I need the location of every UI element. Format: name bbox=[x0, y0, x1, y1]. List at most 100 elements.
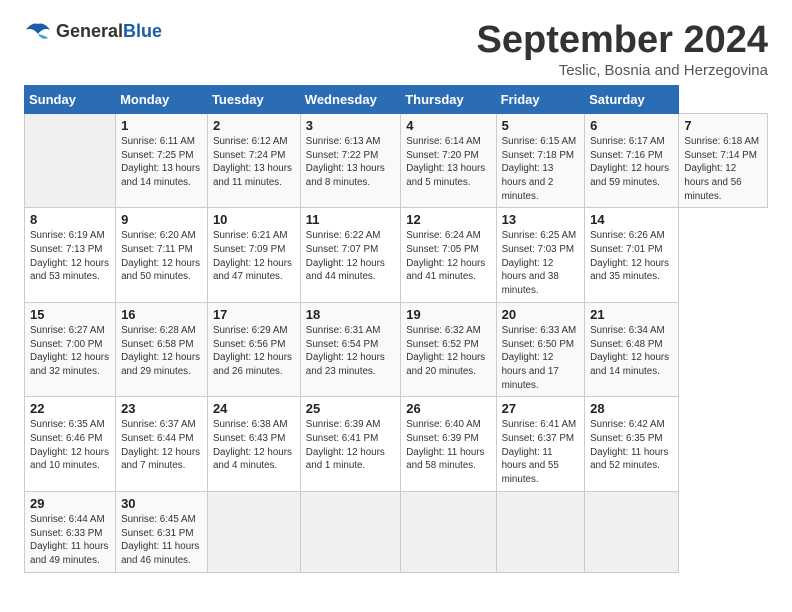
logo-blue: Blue bbox=[123, 21, 162, 41]
calendar-cell bbox=[207, 491, 300, 572]
day-info: Sunrise: 6:24 AMSunset: 7:05 PMDaylight:… bbox=[406, 230, 485, 282]
calendar-cell: 19 Sunrise: 6:32 AMSunset: 6:52 PMDayligh… bbox=[401, 302, 496, 397]
day-number: 15 bbox=[30, 307, 110, 322]
calendar-cell: 11 Sunrise: 6:22 AMSunset: 7:07 PMDayligh… bbox=[300, 208, 400, 303]
day-info: Sunrise: 6:34 AMSunset: 6:48 PMDaylight:… bbox=[590, 325, 669, 377]
logo-text: GeneralBlue bbox=[56, 21, 162, 42]
day-info: Sunrise: 6:35 AMSunset: 6:46 PMDaylight:… bbox=[30, 419, 109, 471]
calendar-cell: 28Sunrise: 6:42 AMSunset: 6:35 PMDayligh… bbox=[585, 397, 679, 492]
day-number: 10 bbox=[213, 212, 295, 227]
day-number: 20 bbox=[502, 307, 580, 322]
day-number: 27 bbox=[502, 401, 580, 416]
calendar-header: Sunday Monday Tuesday Wednesday Thursday… bbox=[25, 85, 768, 113]
day-info: Sunrise: 6:19 AMSunset: 7:13 PMDaylight:… bbox=[30, 230, 109, 282]
calendar-cell: 1 Sunrise: 6:11 AMSunset: 7:25 PMDaylight… bbox=[116, 113, 208, 208]
calendar-cell bbox=[585, 491, 679, 572]
calendar-cell: 15 Sunrise: 6:27 AMSunset: 7:00 PMDayligh… bbox=[25, 302, 116, 397]
calendar-cell: 6Sunrise: 6:17 AMSunset: 7:16 PMDaylight… bbox=[585, 113, 679, 208]
header-friday: Friday bbox=[496, 85, 585, 113]
calendar-cell: 29Sunrise: 6:44 AMSunset: 6:33 PMDayligh… bbox=[25, 491, 116, 572]
day-info: Sunrise: 6:21 AMSunset: 7:09 PMDaylight:… bbox=[213, 230, 292, 282]
calendar-cell: 5 Sunrise: 6:15 AMSunset: 7:18 PMDaylight… bbox=[496, 113, 585, 208]
day-info: Sunrise: 6:39 AMSunset: 6:41 PMDaylight:… bbox=[306, 419, 385, 471]
day-info: Sunrise: 6:15 AMSunset: 7:18 PMDaylight:… bbox=[502, 136, 577, 202]
day-number: 24 bbox=[213, 401, 295, 416]
calendar-week-0: 1 Sunrise: 6:11 AMSunset: 7:25 PMDaylight… bbox=[25, 113, 768, 208]
day-number: 19 bbox=[406, 307, 490, 322]
day-info: Sunrise: 6:22 AMSunset: 7:07 PMDaylight:… bbox=[306, 230, 385, 282]
calendar-cell: 25Sunrise: 6:39 AMSunset: 6:41 PMDayligh… bbox=[300, 397, 400, 492]
calendar-subtitle: Teslic, Bosnia and Herzegovina bbox=[477, 62, 769, 79]
day-number: 2 bbox=[213, 118, 295, 133]
calendar-cell: 4 Sunrise: 6:14 AMSunset: 7:20 PMDaylight… bbox=[401, 113, 496, 208]
calendar-cell: 12 Sunrise: 6:24 AMSunset: 7:05 PMDayligh… bbox=[401, 208, 496, 303]
calendar-cell: 26Sunrise: 6:40 AMSunset: 6:39 PMDayligh… bbox=[401, 397, 496, 492]
header-row: Sunday Monday Tuesday Wednesday Thursday… bbox=[25, 85, 768, 113]
calendar-week-4: 29Sunrise: 6:44 AMSunset: 6:33 PMDayligh… bbox=[25, 491, 768, 572]
calendar-cell bbox=[300, 491, 400, 572]
day-info: Sunrise: 6:32 AMSunset: 6:52 PMDaylight:… bbox=[406, 325, 485, 377]
day-number: 1 bbox=[121, 118, 202, 133]
day-info: Sunrise: 6:12 AMSunset: 7:24 PMDaylight:… bbox=[213, 136, 292, 188]
calendar-cell: 10 Sunrise: 6:21 AMSunset: 7:09 PMDayligh… bbox=[207, 208, 300, 303]
calendar-cell: 13 Sunrise: 6:25 AMSunset: 7:03 PMDayligh… bbox=[496, 208, 585, 303]
calendar-cell: 3Sunrise: 6:13 AMSunset: 7:22 PMDaylight… bbox=[300, 113, 400, 208]
header-wednesday: Wednesday bbox=[300, 85, 400, 113]
title-area: September 2024 Teslic, Bosnia and Herzeg… bbox=[477, 20, 769, 79]
day-number: 4 bbox=[406, 118, 490, 133]
day-number: 9 bbox=[121, 212, 202, 227]
day-info: Sunrise: 6:42 AMSunset: 6:35 PMDaylight:… bbox=[590, 419, 668, 471]
day-info: Sunrise: 6:38 AMSunset: 6:43 PMDaylight:… bbox=[213, 419, 292, 471]
day-info: Sunrise: 6:33 AMSunset: 6:50 PMDaylight:… bbox=[502, 325, 577, 391]
logo-general: General bbox=[56, 21, 123, 41]
day-number: 17 bbox=[213, 307, 295, 322]
day-info: Sunrise: 6:37 AMSunset: 6:44 PMDaylight:… bbox=[121, 419, 200, 471]
calendar-cell: 22 Sunrise: 6:35 AMSunset: 6:46 PMDayligh… bbox=[25, 397, 116, 492]
day-info: Sunrise: 6:41 AMSunset: 6:37 PMDaylight:… bbox=[502, 419, 577, 485]
calendar-cell: 16 Sunrise: 6:28 AMSunset: 6:58 PMDayligh… bbox=[116, 302, 208, 397]
calendar-cell bbox=[496, 491, 585, 572]
header-thursday: Thursday bbox=[401, 85, 496, 113]
day-number: 22 bbox=[30, 401, 110, 416]
calendar-week-3: 22 Sunrise: 6:35 AMSunset: 6:46 PMDayligh… bbox=[25, 397, 768, 492]
day-info: Sunrise: 6:14 AMSunset: 7:20 PMDaylight:… bbox=[406, 136, 485, 188]
day-number: 14 bbox=[590, 212, 673, 227]
day-info: Sunrise: 6:25 AMSunset: 7:03 PMDaylight:… bbox=[502, 230, 577, 296]
calendar-table: Sunday Monday Tuesday Wednesday Thursday… bbox=[24, 85, 768, 573]
header-tuesday: Tuesday bbox=[207, 85, 300, 113]
calendar-cell: 27 Sunrise: 6:41 AMSunset: 6:37 PMDayligh… bbox=[496, 397, 585, 492]
calendar-cell: 17Sunrise: 6:29 AMSunset: 6:56 PMDayligh… bbox=[207, 302, 300, 397]
calendar-body: 1 Sunrise: 6:11 AMSunset: 7:25 PMDaylight… bbox=[25, 113, 768, 572]
day-info: Sunrise: 6:28 AMSunset: 6:58 PMDaylight:… bbox=[121, 325, 200, 377]
day-number: 11 bbox=[306, 212, 395, 227]
calendar-cell: 30Sunrise: 6:45 AMSunset: 6:31 PMDayligh… bbox=[116, 491, 208, 572]
day-info: Sunrise: 6:13 AMSunset: 7:22 PMDaylight:… bbox=[306, 136, 385, 188]
day-info: Sunrise: 6:20 AMSunset: 7:11 PMDaylight:… bbox=[121, 230, 200, 282]
calendar-cell: 23Sunrise: 6:37 AMSunset: 6:44 PMDayligh… bbox=[116, 397, 208, 492]
day-number: 21 bbox=[590, 307, 673, 322]
calendar-cell: 9 Sunrise: 6:20 AMSunset: 7:11 PMDaylight… bbox=[116, 208, 208, 303]
day-number: 7 bbox=[684, 118, 762, 133]
calendar-week-2: 15 Sunrise: 6:27 AMSunset: 7:00 PMDayligh… bbox=[25, 302, 768, 397]
day-number: 18 bbox=[306, 307, 395, 322]
day-info: Sunrise: 6:18 AMSunset: 7:14 PMDaylight:… bbox=[684, 136, 759, 202]
day-info: Sunrise: 6:27 AMSunset: 7:00 PMDaylight:… bbox=[30, 325, 109, 377]
day-number: 12 bbox=[406, 212, 490, 227]
logo-bird-icon bbox=[24, 20, 52, 42]
day-number: 5 bbox=[502, 118, 580, 133]
day-number: 16 bbox=[121, 307, 202, 322]
calendar-week-1: 8Sunrise: 6:19 AMSunset: 7:13 PMDaylight… bbox=[25, 208, 768, 303]
day-number: 29 bbox=[30, 496, 110, 511]
day-number: 13 bbox=[502, 212, 580, 227]
day-info: Sunrise: 6:11 AMSunset: 7:25 PMDaylight:… bbox=[121, 136, 200, 188]
day-info: Sunrise: 6:31 AMSunset: 6:54 PMDaylight:… bbox=[306, 325, 385, 377]
calendar-cell: 18 Sunrise: 6:31 AMSunset: 6:54 PMDayligh… bbox=[300, 302, 400, 397]
header-monday: Monday bbox=[116, 85, 208, 113]
calendar-cell: 14Sunrise: 6:26 AMSunset: 7:01 PMDayligh… bbox=[585, 208, 679, 303]
calendar-cell: 7 Sunrise: 6:18 AMSunset: 7:14 PMDaylight… bbox=[679, 113, 768, 208]
calendar-cell bbox=[25, 113, 116, 208]
calendar-cell bbox=[401, 491, 496, 572]
day-number: 30 bbox=[121, 496, 202, 511]
header: GeneralBlue September 2024 Teslic, Bosni… bbox=[24, 20, 768, 79]
calendar-cell: 2 Sunrise: 6:12 AMSunset: 7:24 PMDaylight… bbox=[207, 113, 300, 208]
